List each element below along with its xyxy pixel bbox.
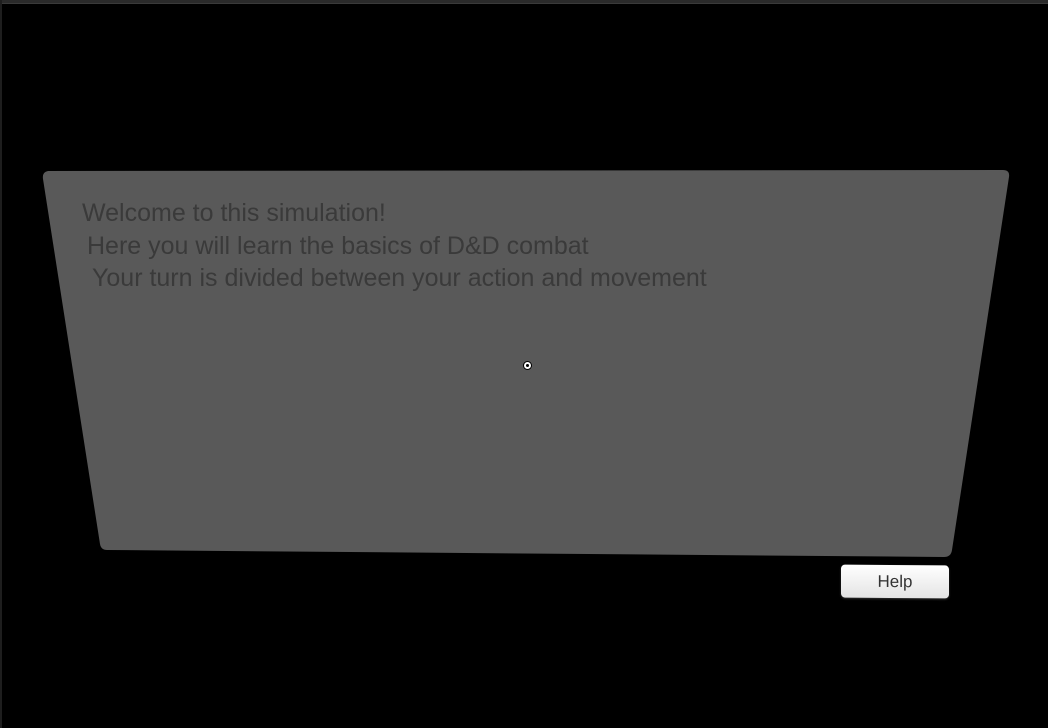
game-viewport: Welcome to this simulation! Here you wil… [0, 0, 1048, 728]
mouse-cursor-icon [524, 362, 531, 369]
dialogue-line-3: Your turn is divided between your action… [92, 264, 707, 292]
dialogue-line-2: Here you will learn the basics of D&D co… [87, 232, 589, 260]
help-button[interactable]: Help [841, 564, 949, 599]
dialogue-line-1: Welcome to this simulation! [82, 199, 386, 227]
